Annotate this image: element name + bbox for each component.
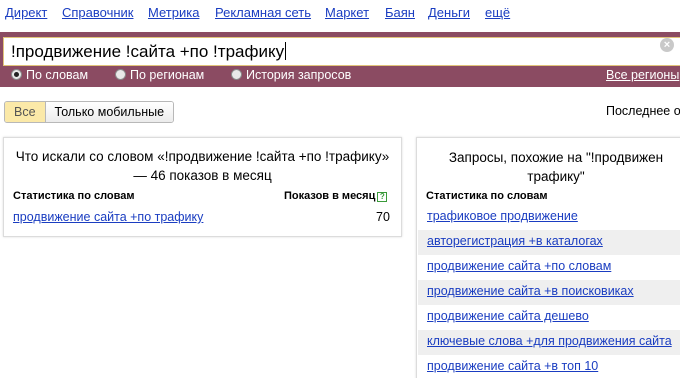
- similar-query-link[interactable]: продвижение сайта +по словам: [427, 259, 611, 273]
- similar-query-link[interactable]: продвижение сайта дешево: [427, 309, 589, 323]
- nav-link-metrika[interactable]: Метрика: [148, 5, 199, 20]
- list-item: продвижение сайта дешево: [418, 305, 680, 330]
- col-header-shows-label: Показов в месяц: [284, 190, 376, 202]
- all-regions-link[interactable]: Все регионы: [606, 68, 679, 82]
- search-bar: !продвижение !сайта +по !трафику × По сл…: [0, 32, 680, 87]
- top-navigation: Директ Справочник Метрика Рекламная сеть…: [0, 0, 680, 30]
- list-item: продвижение сайта +по словам: [418, 255, 680, 280]
- list-item: трафиковое продвижение: [418, 205, 680, 230]
- list-item: авторегистрация +в каталогах: [418, 230, 680, 255]
- similar-queries-title-line1: Запросы, похожие на "!продвижен: [448, 150, 664, 165]
- last-update-label: Последнее о: [606, 104, 680, 118]
- similar-query-link[interactable]: продвижение сайта +в поисковиках: [427, 284, 634, 298]
- nav-link-bayan[interactable]: Баян: [385, 5, 415, 20]
- device-filter: Все Только мобильные: [4, 101, 175, 123]
- help-icon[interactable]: ?: [377, 192, 388, 202]
- search-input[interactable]: !продвижение !сайта +по !трафику: [3, 37, 680, 66]
- word-stats-title: Что искали со словом «!продвижение !сайт…: [15, 149, 390, 183]
- list-item: ключевые слова +для продвижения сайта: [418, 330, 680, 355]
- nav-link-directory[interactable]: Справочник: [62, 5, 134, 20]
- radio-selected-icon: [11, 69, 22, 80]
- word-stats-panel: Что искали со словом «!продвижение !сайт…: [3, 137, 402, 237]
- nav-link-ad-network[interactable]: Рекламная сеть: [215, 5, 311, 20]
- stats-phrase-link[interactable]: продвижение сайта +по трафику: [13, 210, 203, 224]
- similar-queries-title-line2: трафику": [527, 169, 585, 184]
- col-header-similar-stats: Статистика по словам: [426, 190, 548, 202]
- similar-query-link[interactable]: авторегистрация +в каталогах: [427, 234, 603, 248]
- list-item: продвижение сайта +в поисковиках: [418, 280, 680, 305]
- text-caret: [285, 42, 287, 60]
- stats-phrase-count: 70: [376, 210, 390, 224]
- search-scope-options: По словам По регионам История запросов В…: [0, 67, 680, 87]
- similar-query-link[interactable]: продвижение сайта +в топ 10: [427, 359, 598, 373]
- nav-link-direct[interactable]: Директ: [5, 5, 47, 20]
- col-header-shows: Показов в месяц?: [284, 190, 388, 202]
- radio-by-words[interactable]: По словам: [11, 68, 88, 82]
- radio-by-regions-label: По регионам: [130, 68, 205, 82]
- nav-link-money[interactable]: Деньги: [428, 5, 470, 20]
- clear-icon[interactable]: ×: [660, 38, 674, 52]
- filter-mobile-button[interactable]: Только мобильные: [45, 102, 174, 122]
- radio-by-words-label: По словам: [26, 68, 89, 82]
- filter-all-button[interactable]: Все: [5, 102, 46, 122]
- radio-history-label: История запросов: [246, 68, 352, 82]
- search-query: !продвижение !сайта +по !трафику: [11, 42, 285, 61]
- list-item: продвижение сайта +в топ 10: [418, 355, 680, 378]
- similar-queries-panel: Запросы, похожие на "!продвижен трафику"…: [416, 137, 680, 378]
- radio-unselected-icon: [231, 69, 242, 80]
- nav-link-market[interactable]: Маркет: [325, 5, 369, 20]
- radio-by-regions[interactable]: По регионам: [115, 68, 204, 82]
- col-header-stats: Статистика по словам: [13, 190, 135, 202]
- radio-history[interactable]: История запросов: [231, 68, 351, 82]
- similar-query-link[interactable]: ключевые слова +для продвижения сайта: [427, 334, 672, 348]
- nav-link-more[interactable]: ещё: [485, 5, 510, 20]
- similar-queries-title: Запросы, похожие на "!продвижен трафику": [417, 148, 680, 186]
- radio-unselected-icon: [115, 69, 126, 80]
- similar-query-link[interactable]: трафиковое продвижение: [427, 209, 578, 223]
